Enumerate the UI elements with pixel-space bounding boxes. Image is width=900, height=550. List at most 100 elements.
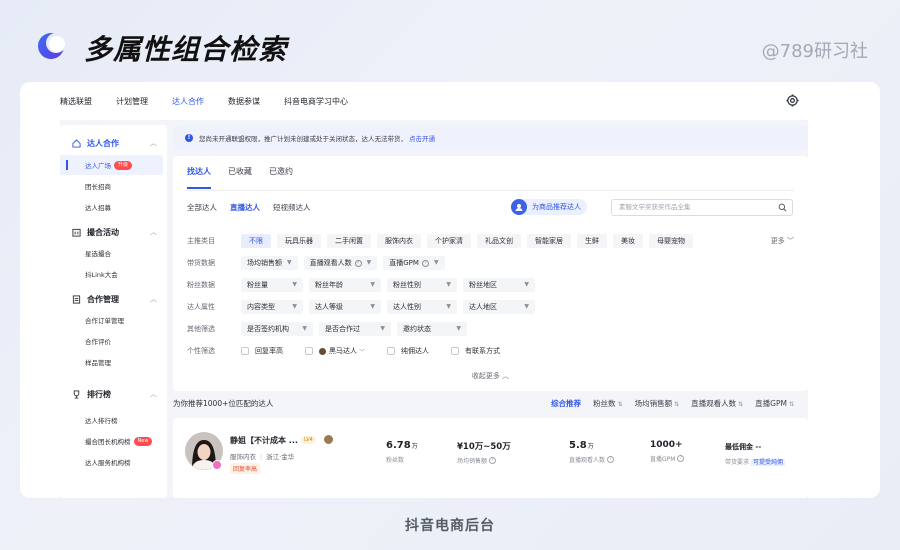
dropdown-invite-status[interactable]: 邀约状态 ▼ xyxy=(397,322,467,336)
nav-jingxuan[interactable]: 精选联盟 xyxy=(60,82,92,120)
sidebar-item-creator-recruit[interactable]: 达人招募 xyxy=(60,197,163,217)
results-count: 为你推荐1000+位匹配的达人 xyxy=(173,399,274,408)
dropdown-content-type[interactable]: 内容类型 ▼ xyxy=(241,300,303,314)
enable-link[interactable]: 点击开通 xyxy=(409,133,435,143)
creator-card[interactable]: 静姐【不计成本 ... LV4 服饰内衣 | 浙江·金华 回复率高 6.78万 粉丝… xyxy=(173,418,808,498)
tab-invited[interactable]: 已邀约 xyxy=(269,166,293,186)
chip-apparel[interactable]: 服饰内衣 xyxy=(377,234,421,248)
sort-arrows-icon: ⇅ xyxy=(674,401,680,408)
help-icon: ? xyxy=(354,259,362,267)
help-icon: ? xyxy=(421,259,429,267)
subtab-live[interactable]: 直播达人 xyxy=(230,202,260,213)
caret-down-icon: ▼ xyxy=(433,259,439,266)
nav-plan[interactable]: 计划管理 xyxy=(116,82,148,120)
sort-live-viewers[interactable]: 直播观看人数 ⇅ xyxy=(691,398,743,409)
requirement-link[interactable]: 可提受纯佣 xyxy=(750,459,785,466)
trophy-icon xyxy=(73,389,80,399)
more-categories-button[interactable]: 更多 ﹀ xyxy=(771,236,794,246)
chip-any[interactable]: 不限 xyxy=(241,234,271,248)
dropdown-fans-gender[interactable]: 粉丝性别 ▼ xyxy=(387,278,457,292)
dropdown-avg-sales[interactable]: 场均销售额 ▼ xyxy=(241,256,298,270)
chevron-down-icon: ﹀ xyxy=(359,348,366,356)
dropdown-fans-region[interactable]: 粉丝地区 ▼ xyxy=(463,278,535,292)
tab-favorites[interactable]: 已收藏 xyxy=(228,166,252,186)
sort-avg-sales[interactable]: 场均销售额 ⇅ xyxy=(635,398,680,409)
nav-creator-coop[interactable]: 达人合作 xyxy=(172,82,204,120)
creator-meta: 服饰内衣 | 浙江·金华 xyxy=(230,453,295,461)
filter-row-fans: 粉丝数据 粉丝量 ▼ 粉丝年龄 ▼ 粉丝性别 ▼ 粉丝地区 ▼ xyxy=(187,278,541,292)
dropdown-creator-gender[interactable]: 达人性别 ▼ xyxy=(387,300,457,314)
chip-toys[interactable]: 玩具乐器 xyxy=(277,234,321,248)
nav-learning[interactable]: 抖音电商学习中心 xyxy=(284,82,348,120)
content-area: 达人合作 ︿ 达人广场 升级 团长招商 达人招募 撮合活动 ︿ 星选撮合 抖Li… xyxy=(60,120,808,498)
tab-find-creators[interactable]: 找达人 xyxy=(187,166,211,189)
chevron-up-icon: ︿ xyxy=(150,295,157,303)
sort-fans[interactable]: 粉丝数 ⇅ xyxy=(593,398,623,409)
creator-type-tabs: 全部达人 直播达人 短视频达人 xyxy=(187,202,324,213)
sidebar-item-order-manage[interactable]: 合作订单管理 xyxy=(60,310,163,330)
chip-smart-home[interactable]: 智能家居 xyxy=(527,234,571,248)
filter-row-attrs: 达人属性 内容类型 ▼ 达人等级 ▼ 达人性别 ▼ 达人地区 ▼ xyxy=(187,300,541,314)
dropdown-cooperated[interactable]: 是否合作过 ▼ xyxy=(319,322,391,336)
sidebar-item-creator-square[interactable]: 达人广场 升级 xyxy=(60,155,163,175)
dropdown-live-viewers[interactable]: 直播观看人数? ▼ xyxy=(303,256,378,270)
sort-arrows-icon: ⇅ xyxy=(617,401,623,408)
sidebar: 达人合作 ︿ 达人广场 升级 团长招商 达人招募 撮合活动 ︿ 星选撮合 抖Li… xyxy=(60,125,167,498)
sidebar-group-creator-coop[interactable]: 达人合作 ︿ xyxy=(60,133,167,153)
dropdown-creator-level[interactable]: 达人等级 ▼ xyxy=(309,300,381,314)
slide-caption: 抖音电商后台 xyxy=(405,518,495,534)
checkbox-pure-commission[interactable]: 纯佣达人 xyxy=(387,346,429,356)
subtab-short-video[interactable]: 短视频达人 xyxy=(273,202,311,213)
stat-live-viewers: 5.8万 直播观看人数? xyxy=(569,440,615,464)
nav-data[interactable]: 数据参谋 xyxy=(228,82,260,120)
sidebar-item-creator-rank[interactable]: 达人排行榜 xyxy=(60,410,163,430)
document-icon xyxy=(72,294,81,304)
sidebar-item-coop-review[interactable]: 合作评价 xyxy=(60,331,163,351)
checkbox-dark-horse[interactable]: 黑马达人 ﹀ xyxy=(305,346,365,356)
chevron-down-icon: ﹀ xyxy=(787,237,794,245)
chip-fresh[interactable]: 生鲜 xyxy=(577,234,607,248)
chip-personal-care[interactable]: 个护家清 xyxy=(427,234,471,248)
dropdown-live-gpm[interactable]: 直播GPM? ▼ xyxy=(383,256,445,270)
tabs-divider xyxy=(187,190,794,191)
checkbox-contact[interactable]: 有联系方式 xyxy=(451,346,500,356)
subtab-all[interactable]: 全部达人 xyxy=(187,202,217,213)
sidebar-item-leader-rank[interactable]: 撮合团长机构榜 New xyxy=(60,431,163,451)
caret-down-icon: ▼ xyxy=(366,259,372,266)
app-window: 精选联盟 计划管理 达人合作 数据参谋 抖音电商学习中心 达人合作 ︿ 达人广场… xyxy=(20,82,880,498)
search-input[interactable]: 素服文学奖获奖作品全集 xyxy=(611,199,793,216)
dropdown-creator-region[interactable]: 达人地区 ▼ xyxy=(463,300,535,314)
sort-comprehensive[interactable]: 综合推荐 xyxy=(551,398,581,409)
search-icon[interactable] xyxy=(778,203,787,212)
recommend-for-product-button[interactable]: 为商品推荐达人 xyxy=(511,199,587,215)
dropdown-signed-agency[interactable]: 是否签约机构 ▼ xyxy=(241,322,313,336)
chevron-up-icon: ︿ xyxy=(150,139,157,147)
sidebar-item-leader-recruit[interactable]: 团长招商 xyxy=(60,176,163,196)
stat-fans: 6.78万 粉丝数 xyxy=(386,440,418,464)
top-navigation: 精选联盟 计划管理 达人合作 数据参谋 抖音电商学习中心 xyxy=(60,82,820,120)
dropdown-fans-age[interactable]: 粉丝年龄 ▼ xyxy=(309,278,381,292)
sort-live-gpm[interactable]: 直播GPM ⇅ xyxy=(755,398,794,409)
sidebar-item-star-match[interactable]: 星选撮合 xyxy=(60,243,163,263)
creator-name[interactable]: 静姐【不计成本 ... xyxy=(230,435,298,446)
chip-secondhand[interactable]: 二手闲置 xyxy=(327,234,371,248)
sidebar-item-link-conference[interactable]: 抖Link大会 xyxy=(60,264,163,284)
sidebar-item-service-rank[interactable]: 达人服务机构榜 xyxy=(60,452,163,472)
level-badge: LV4 xyxy=(301,436,316,444)
dropdown-fans-count[interactable]: 粉丝量 ▼ xyxy=(241,278,303,292)
filter-row-category: 主推类目 不限 玩具乐器 二手闲置 服饰内衣 个护家清 礼品文创 智能家居 生鲜… xyxy=(187,234,699,248)
sidebar-item-sample-manage[interactable]: 样品管理 xyxy=(60,352,163,372)
caret-down-icon: ▼ xyxy=(446,281,451,288)
sidebar-group-matching[interactable]: 撮合活动 ︿ xyxy=(60,222,167,242)
main-panel: ! 您尚未开通联盟权限，推广计划未创建或处于关闭状态，达人无法带货， 点击开通 … xyxy=(173,120,808,498)
checkbox-high-reply[interactable]: 回复率高 xyxy=(241,346,283,356)
sidebar-group-coop-manage[interactable]: 合作管理 ︿ xyxy=(60,289,167,309)
stat-live-gpm: 1000+ 直播GPM? xyxy=(650,440,685,463)
chip-baby-pets[interactable]: 母婴宠物 xyxy=(649,234,693,248)
chip-gifts[interactable]: 礼品文创 xyxy=(477,234,521,248)
home-icon xyxy=(72,138,81,148)
chip-beauty[interactable]: 美妆 xyxy=(613,234,643,248)
collapse-more-button[interactable]: 收起更多 ︿ xyxy=(173,371,808,381)
sidebar-group-ranking[interactable]: 排行榜 ︿ xyxy=(60,384,167,404)
settings-gear-icon[interactable] xyxy=(786,94,799,107)
